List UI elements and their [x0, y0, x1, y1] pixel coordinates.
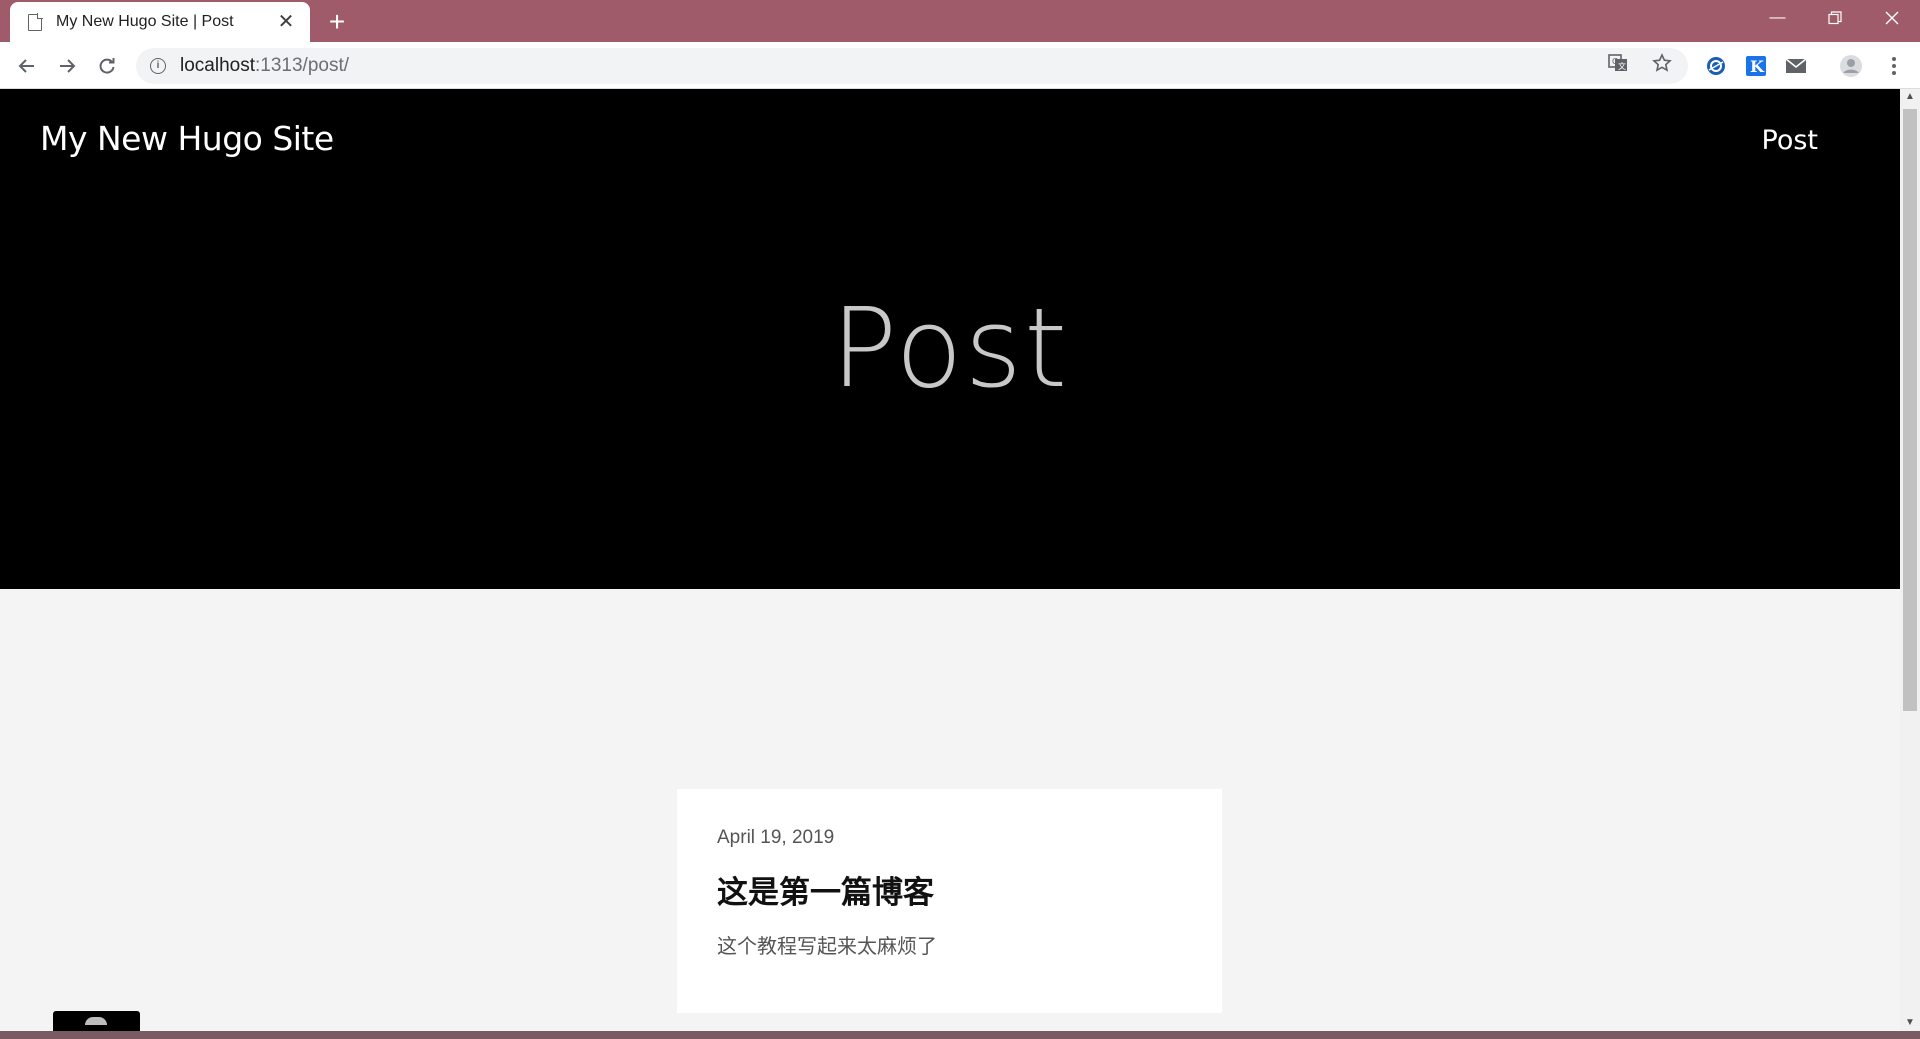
reload-icon	[99, 58, 115, 74]
close-window-button[interactable]	[1863, 0, 1920, 36]
svg-text:文: 文	[1618, 61, 1626, 71]
restore-icon	[1827, 11, 1842, 25]
nav-link-post[interactable]: Post	[1762, 125, 1819, 156]
scroll-thumb[interactable]	[1903, 109, 1917, 711]
page-icon	[28, 13, 43, 31]
svg-text:K: K	[1750, 57, 1765, 76]
post-summary: 这个教程写起来太麻烦了	[717, 936, 937, 958]
close-icon	[1885, 11, 1898, 25]
restore-button[interactable]	[1806, 0, 1863, 36]
taskbar-edge	[0, 1031, 1920, 1039]
site-title-link[interactable]: My New Hugo Site	[40, 119, 334, 158]
translate-icon[interactable]: G 文	[1608, 53, 1628, 79]
url-text: localhost:1313/post/	[180, 55, 350, 76]
bing-extension-icon[interactable]	[1704, 54, 1728, 78]
info-icon[interactable]: i	[150, 58, 166, 74]
omnibox-actions: G 文	[1608, 48, 1672, 84]
scroll-up-icon[interactable]: ▲	[1900, 89, 1920, 105]
browser-titlebar: My New Hugo Site | Post ✕ + —	[0, 0, 1920, 42]
post-card[interactable]: April 19, 2019 这是第一篇博客 这个教程写起来太麻烦了	[677, 789, 1222, 1013]
footer-toggle[interactable]	[53, 1011, 140, 1031]
forward-button[interactable]	[51, 50, 83, 82]
post-title-link[interactable]: 这是第一篇博客	[717, 867, 1182, 912]
mail-extension-icon[interactable]	[1784, 54, 1808, 78]
scroll-down-icon[interactable]: ▼	[1900, 1015, 1920, 1031]
avatar-icon[interactable]	[1839, 54, 1863, 78]
star-icon[interactable]	[1652, 53, 1672, 79]
reload-button[interactable]	[91, 50, 123, 82]
kebab-menu-icon[interactable]	[1882, 54, 1906, 78]
window-controls: —	[1749, 0, 1920, 36]
page-scrollbar[interactable]: ▲ ▼	[1900, 89, 1920, 1031]
minimize-button[interactable]: —	[1749, 0, 1806, 36]
tab-title: My New Hugo Site | Post	[56, 13, 234, 30]
browser-toolbar: i localhost:1313/post/ G 文 K	[0, 42, 1920, 89]
k-extension-icon[interactable]: K	[1744, 54, 1768, 78]
site-header: My New Hugo Site Post Post	[0, 89, 1900, 589]
arrow-right-icon	[60, 59, 76, 73]
page-heading: Post	[830, 284, 1070, 412]
arrow-left-icon	[18, 59, 34, 73]
post-date: April 19, 2019	[717, 827, 835, 848]
page-viewport: My New Hugo Site Post Post April 19, 201…	[0, 89, 1900, 1031]
browser-tab[interactable]: My New Hugo Site | Post ✕	[10, 2, 310, 42]
address-bar[interactable]: i localhost:1313/post/ G 文	[136, 48, 1688, 84]
close-tab-icon[interactable]: ✕	[276, 12, 296, 32]
new-tab-button[interactable]: +	[322, 8, 352, 38]
back-button[interactable]	[11, 50, 43, 82]
